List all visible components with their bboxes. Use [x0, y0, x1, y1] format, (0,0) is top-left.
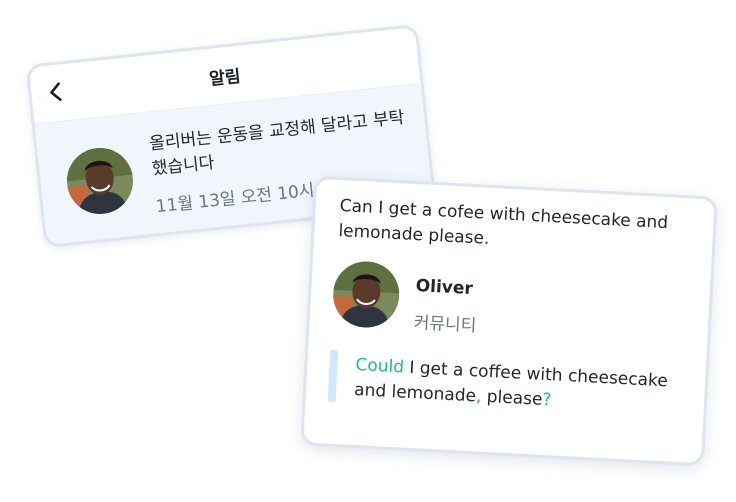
correction-highlight: ? — [541, 389, 552, 411]
corrected-message: Could I get a coffee with cheesecake and… — [353, 353, 695, 421]
user-name: Oliver — [415, 276, 474, 300]
notification-timestamp: 11월 13일 오전 10시 — [154, 180, 316, 218]
avatar — [331, 259, 401, 330]
user-role: 커뮤니티 — [413, 313, 477, 337]
quote-bar — [327, 349, 339, 403]
correction-card[interactable]: Can I get a cofee with cheesecake and le… — [300, 175, 718, 467]
stage: 알림 올리버는 운동을 교정해 달라고 부탁했습니다 11월 13일 오전 10… — [0, 0, 736, 502]
corrected-text: I get a cof — [403, 357, 501, 383]
avatar — [63, 144, 137, 218]
original-message: Can I get a cofee with cheesecake and le… — [337, 196, 669, 249]
notification-message: 올리버는 운동을 교정해 달라고 부탁했습니다 — [148, 107, 406, 180]
correction-highlight: Could — [354, 355, 405, 378]
corrected-text: please — [480, 386, 543, 410]
